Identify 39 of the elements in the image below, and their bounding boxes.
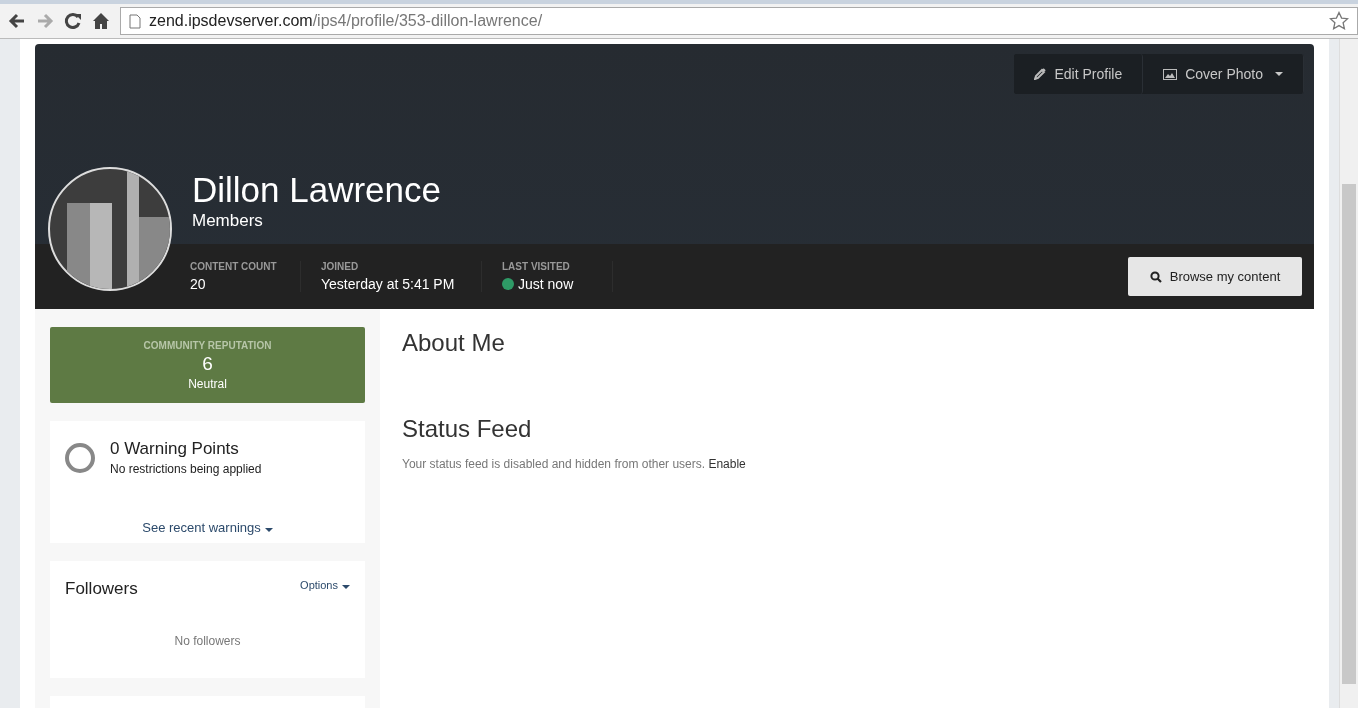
image-icon bbox=[1163, 68, 1178, 80]
stat-value: Just now bbox=[518, 276, 574, 292]
reputation-value: 6 bbox=[202, 352, 213, 375]
reload-icon[interactable] bbox=[64, 12, 82, 30]
about-heading: About Me bbox=[402, 329, 506, 357]
empty-message: No followers bbox=[173, 634, 242, 648]
back-icon[interactable] bbox=[8, 13, 26, 29]
edit-profile-button[interactable]: Edit Profile bbox=[1014, 54, 1144, 94]
home-icon[interactable] bbox=[92, 12, 110, 30]
warning-ring-icon bbox=[65, 443, 95, 473]
followers-title: Followers bbox=[65, 579, 138, 599]
recent-warnings-link[interactable]: See recent warnings bbox=[142, 520, 273, 535]
reputation-level: Neutral bbox=[188, 376, 227, 391]
stat-label: JOINED bbox=[321, 261, 360, 272]
warning-status: No restrictions being applied bbox=[110, 462, 262, 476]
status-message: Your status feed is disabled and hidden from other users. bbox=[402, 457, 706, 471]
browse-content-button[interactable]: Browse my content bbox=[1128, 257, 1302, 296]
url-path: /ips4/profile/353-dillon-lawrence/ bbox=[312, 12, 543, 30]
stat-value: Yesterday at 5:41 PM bbox=[321, 276, 455, 292]
stat-label: LAST VISITED bbox=[502, 261, 571, 272]
reputation-label: COMMUNITY REPUTATION bbox=[143, 339, 272, 351]
enable-link[interactable]: Enable bbox=[708, 457, 746, 471]
member-group: Members bbox=[192, 211, 442, 231]
star-icon[interactable] bbox=[1329, 11, 1349, 31]
pencil-icon bbox=[1034, 68, 1047, 80]
status-heading: Status Feed bbox=[402, 415, 533, 443]
stat-label: CONTENT COUNT bbox=[190, 261, 278, 272]
address-bar[interactable]: zend.ipsdevserver.com/ips4/profile/353-dillon-lawrence/ bbox=[120, 7, 1358, 35]
scrollbar[interactable] bbox=[1339, 39, 1358, 708]
stat-value: 20 bbox=[190, 276, 206, 292]
options-menu[interactable]: Options bbox=[300, 579, 350, 599]
caret-icon bbox=[342, 585, 350, 589]
search-icon bbox=[1149, 270, 1162, 283]
url-host: zend.ipsdevserver.com bbox=[149, 12, 313, 30]
caret-icon bbox=[1275, 72, 1283, 76]
caret-icon bbox=[264, 528, 273, 532]
profile-name: Dillon Lawrence bbox=[192, 170, 442, 210]
warning-points: 0 Warning Points bbox=[110, 439, 240, 459]
page-icon bbox=[129, 13, 141, 29]
